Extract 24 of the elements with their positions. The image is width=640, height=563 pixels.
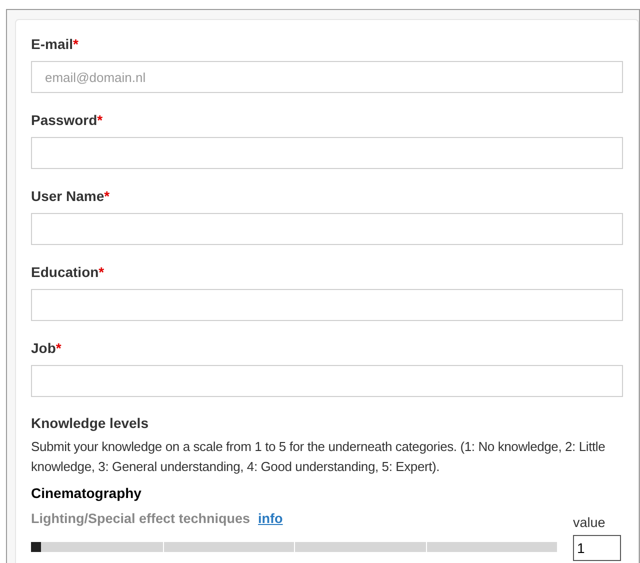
required-mark: * xyxy=(73,35,78,54)
required-mark: * xyxy=(56,339,62,358)
slider-thumb[interactable] xyxy=(31,542,41,552)
text-field[interactable] xyxy=(31,213,623,245)
slider-track[interactable] xyxy=(31,542,557,552)
text-field[interactable] xyxy=(31,137,623,169)
value-label: value xyxy=(573,514,606,532)
required-mark: * xyxy=(104,187,110,206)
field-label: User Name xyxy=(31,187,104,206)
section-title: Knowledge levels xyxy=(31,414,150,433)
text-field[interactable] xyxy=(31,289,623,321)
required-mark: * xyxy=(97,111,103,130)
value-field[interactable]: 1 xyxy=(573,535,621,562)
required-mark: * xyxy=(98,263,104,282)
field-label: Password xyxy=(31,111,98,130)
info-link[interactable]: info xyxy=(258,509,283,530)
skill-label: Lighting/Special effect techniques xyxy=(31,510,250,528)
description-text: Submit your knowledge on a scale from 1 to 5 for the underneath categories. (1: No knowledge, 2: Little knowledge, 3: General understanding, 4: Good understanding, 5: Expert). xyxy=(31,438,606,476)
field-label: E-mail xyxy=(31,35,74,54)
text-field[interactable]: email@domain.nl xyxy=(31,61,623,93)
category-title: Cinematography xyxy=(31,484,142,503)
text-field[interactable] xyxy=(31,365,623,397)
field-label: Education xyxy=(31,263,99,282)
field-label: Job xyxy=(31,339,56,358)
